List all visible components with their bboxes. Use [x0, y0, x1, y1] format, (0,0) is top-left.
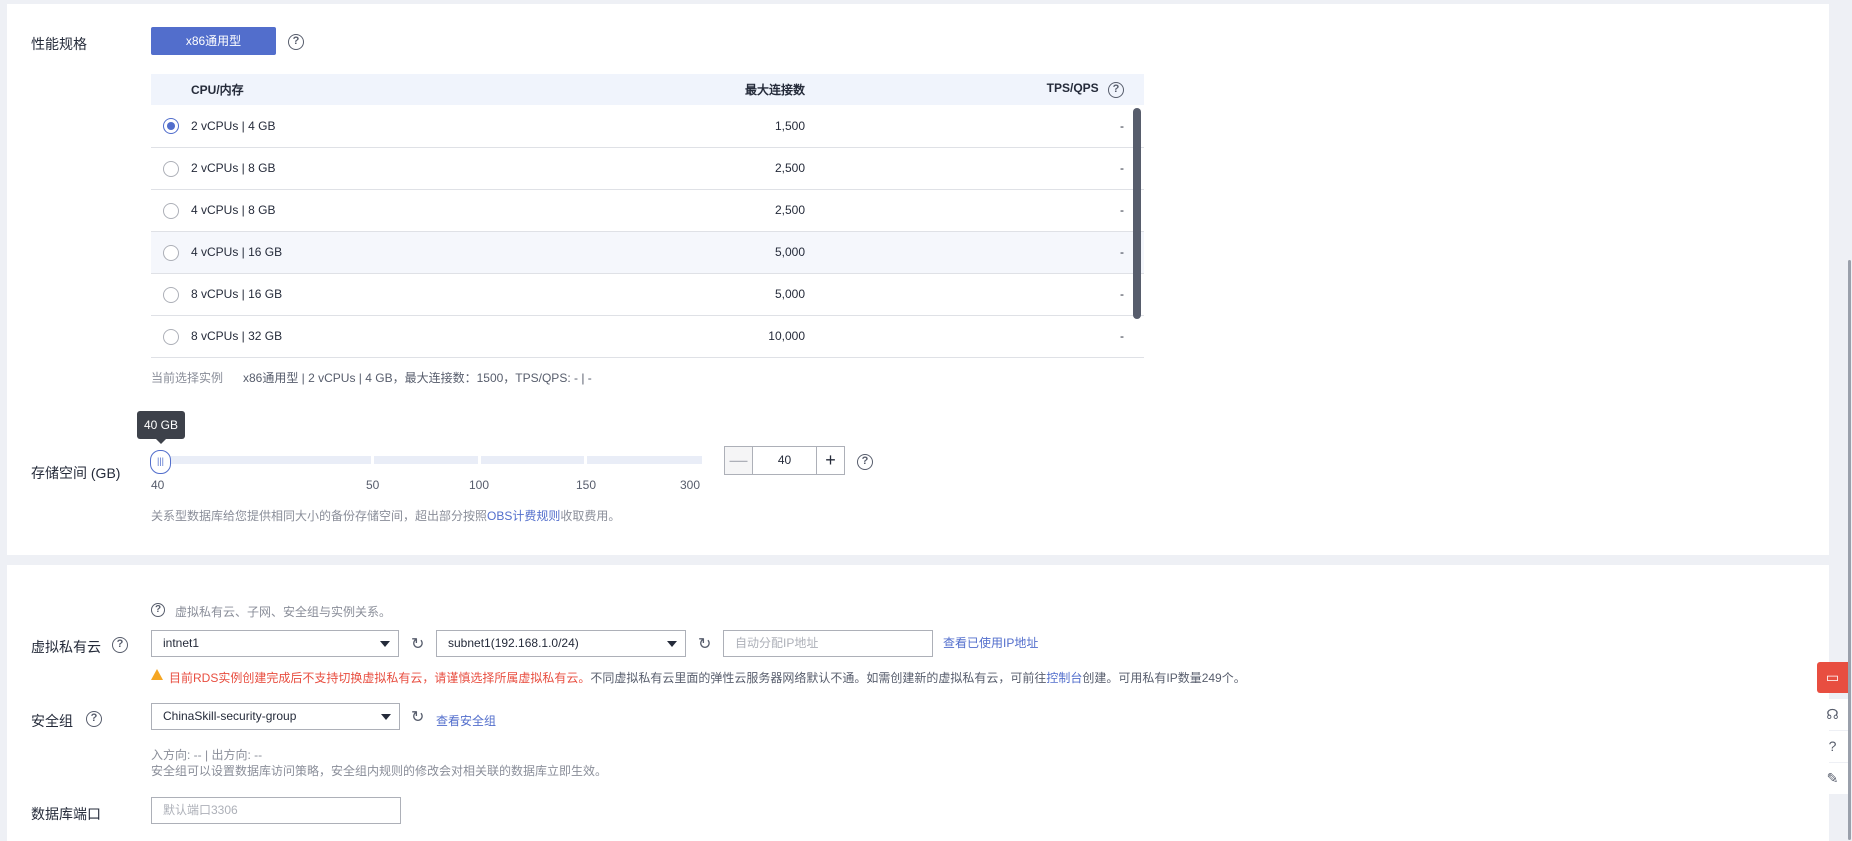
vpc-warning: 目前RDS实例创建完成后不支持切换虚拟私有云，请谨慎选择所属虚拟私有云。不同虚拟…: [169, 669, 1246, 686]
refresh-icon[interactable]: ↻: [411, 707, 424, 727]
view-used-ip-link[interactable]: 查看已使用IP地址: [943, 634, 1038, 651]
storage-stepper: — 40 +: [724, 446, 845, 475]
db-port-label: 数据库端口: [31, 806, 101, 822]
tick-label: 100: [469, 478, 490, 492]
subnet-select[interactable]: subnet1(192.168.1.0/24): [436, 630, 686, 657]
tps-cell: -: [815, 273, 1144, 316]
table-scrollbar[interactable]: [1133, 108, 1141, 319]
tick-label: 300: [680, 478, 701, 492]
vpc-warning-tail: 创建。可用私有IP数量249个。: [1082, 671, 1246, 685]
radio-button[interactable]: [163, 328, 179, 345]
vpc-select[interactable]: intnet1: [151, 630, 399, 657]
radio-button[interactable]: [163, 244, 179, 261]
radio-button[interactable]: [163, 286, 179, 303]
help-icon[interactable]: ?: [1817, 731, 1848, 762]
vpc-warning-text: 不同虚拟私有云里面的弹性云服务器网络默认不通。如需创建新的虚拟私有云，可前往: [590, 671, 1047, 685]
chat-icon[interactable]: ▭: [1817, 662, 1848, 693]
tps-cell: -: [815, 105, 1144, 148]
vpc-warning-red: 目前RDS实例创建完成后不支持切换虚拟私有云，请谨慎选择所属虚拟私有云。: [169, 671, 591, 685]
tps-cell: -: [815, 147, 1144, 190]
spec-help-icon[interactable]: ?: [288, 34, 304, 50]
table-row[interactable]: 4 vCPUs | 16 GB 5,000 -: [151, 231, 1144, 274]
warning-icon: [151, 669, 163, 680]
storage-help-icon[interactable]: ?: [857, 454, 873, 470]
db-port-input[interactable]: 默认端口3306: [151, 797, 401, 824]
decrement-button[interactable]: —: [725, 447, 752, 474]
storage-note-text: 关系型数据库给您提供相同大小的备份存储空间，超出部分按照: [151, 509, 488, 523]
security-group-select[interactable]: ChinaSkill-security-group: [151, 703, 400, 730]
refresh-icon[interactable]: ↻: [411, 634, 424, 654]
vpc-label: 虚拟私有云: [31, 639, 101, 655]
console-link[interactable]: 控制台: [1046, 671, 1082, 685]
conn-cell: 1,500: [497, 105, 815, 148]
security-group-note: 安全组可以设置数据库访问策略，安全组内规则的修改会对相关联的数据库立即生效。: [151, 764, 608, 778]
cpu-cell: 2 vCPUs | 4 GB: [191, 118, 276, 133]
chevron-down-icon: [667, 641, 677, 647]
col-tps: TPS/QPS ?: [815, 74, 1144, 105]
slider-track[interactable]: [151, 456, 371, 464]
cpu-cell: 8 vCPUs | 32 GB: [191, 329, 283, 343]
subnet-select-value: subnet1(192.168.1.0/24): [448, 636, 579, 650]
storage-label: 存储空间 (GB): [31, 465, 121, 481]
cpu-cell: 4 vCPUs | 16 GB: [191, 245, 283, 259]
conn-cell: 5,000: [497, 231, 815, 274]
cpu-cell: 8 vCPUs | 16 GB: [191, 287, 283, 301]
conn-cell: 2,500: [497, 147, 815, 190]
security-group-label: 安全组: [31, 713, 73, 729]
storage-tooltip: 40 GB: [137, 411, 185, 444]
vpc-help-icon[interactable]: ?: [112, 637, 128, 653]
table-row[interactable]: 8 vCPUs | 16 GB 5,000 -: [151, 273, 1144, 316]
current-selection-label: 当前选择实例: [151, 371, 224, 385]
radio-button[interactable]: [163, 202, 179, 219]
storage-note-tail: 收取费用。: [560, 509, 621, 523]
radio-button[interactable]: [163, 160, 179, 177]
conn-cell: 2,500: [497, 189, 815, 232]
refresh-icon[interactable]: ↻: [698, 634, 711, 654]
tick-label: 40: [151, 478, 165, 492]
network-help-icon[interactable]: ?: [151, 603, 165, 617]
table-row[interactable]: 8 vCPUs | 32 GB 10,000 -: [151, 315, 1144, 358]
security-group-help-icon[interactable]: ?: [86, 711, 102, 727]
slider-track[interactable]: [481, 456, 584, 464]
ip-address-input[interactable]: 自动分配IP地址: [723, 630, 933, 657]
increment-button[interactable]: +: [817, 447, 844, 474]
slider-track[interactable]: [374, 456, 478, 464]
x86-type-button[interactable]: x86通用型: [151, 27, 276, 55]
table-row[interactable]: 2 vCPUs | 8 GB 2,500 -: [151, 147, 1144, 190]
tps-cell: -: [815, 231, 1144, 274]
cpu-cell: 4 vCPUs | 8 GB: [191, 203, 276, 217]
conn-cell: 5,000: [497, 273, 815, 316]
storage-note: 关系型数据库给您提供相同大小的备份存储空间，超出部分按照OBS计费规则收取费用。: [151, 507, 620, 524]
chevron-down-icon: [380, 641, 390, 647]
obs-billing-link[interactable]: OBS计费规则: [487, 509, 560, 523]
security-group-select-value: ChinaSkill-security-group: [163, 709, 297, 723]
storage-value-input[interactable]: 40: [752, 447, 817, 474]
tps-cell: -: [815, 189, 1144, 232]
view-security-group-link[interactable]: 查看安全组: [436, 712, 496, 729]
current-selection-value: x86通用型 | 2 vCPUs | 4 GB，最大连接数：1500，TPS/Q…: [243, 371, 592, 385]
slider-handle[interactable]: |||: [150, 450, 171, 474]
security-group-direction: 入方向: -- | 出方向: --: [151, 748, 263, 762]
conn-cell: 10,000: [497, 315, 815, 358]
tps-help-icon[interactable]: ?: [1108, 82, 1124, 98]
table-row[interactable]: 2 vCPUs | 4 GB 1,500 -: [151, 105, 1144, 148]
network-hint: 虚拟私有云、子网、安全组与实例关系。: [175, 605, 392, 619]
col-conn: 最大连接数: [497, 74, 815, 105]
tick-label: 150: [576, 478, 597, 492]
tick-label: 50: [366, 478, 380, 492]
col-tps-label: TPS/QPS: [1046, 81, 1099, 95]
spec-table: CPU/内存 最大连接数 TPS/QPS ? 2 vCPUs | 4 GB 1,…: [151, 74, 1144, 358]
headset-icon[interactable]: ☊: [1817, 699, 1848, 730]
vpc-select-value: intnet1: [163, 636, 200, 650]
col-cpu: CPU/内存: [151, 74, 497, 105]
feedback-icon[interactable]: ✎: [1817, 763, 1848, 794]
slider-track[interactable]: [587, 456, 702, 464]
cpu-cell: 2 vCPUs | 8 GB: [191, 161, 276, 175]
page-scrollbar[interactable]: [1848, 260, 1851, 840]
spec-label: 性能规格: [31, 36, 87, 52]
table-row[interactable]: 4 vCPUs | 8 GB 2,500 -: [151, 189, 1144, 232]
tps-cell: -: [815, 315, 1144, 358]
radio-button[interactable]: [163, 118, 179, 134]
chevron-down-icon: [381, 714, 391, 720]
